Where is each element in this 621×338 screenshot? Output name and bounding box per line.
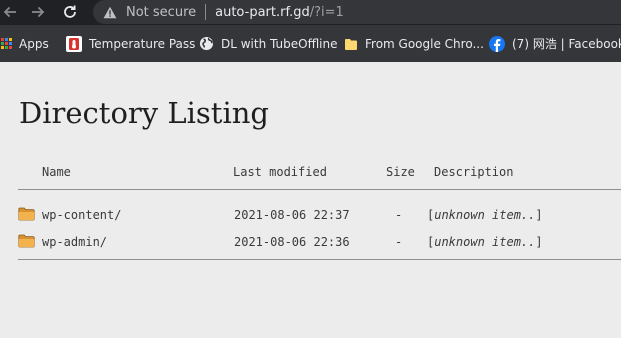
folder-icon bbox=[18, 207, 35, 225]
table-row: wp-content/ 2021-08-06 22:37 - [unknown … bbox=[0, 206, 621, 224]
entry-size: - bbox=[395, 208, 403, 222]
back-button[interactable] bbox=[0, 0, 22, 24]
bookmark-label: Apps bbox=[19, 36, 49, 51]
folder-icon bbox=[344, 37, 358, 51]
bookmark-tubeoffline[interactable]: DL with TubeOffline bbox=[199, 25, 338, 62]
reload-button[interactable] bbox=[58, 0, 82, 24]
bookmark-label: From Google Chro... bbox=[365, 36, 484, 51]
entry-size: - bbox=[395, 235, 403, 249]
bookmark-label: DL with TubeOffline bbox=[221, 36, 338, 51]
column-header-name[interactable]: Name bbox=[42, 165, 71, 179]
entry-description: [unknown item..] bbox=[427, 235, 543, 249]
folder-icon bbox=[18, 234, 35, 252]
temperature-pass-favicon bbox=[66, 35, 82, 52]
facebook-icon bbox=[489, 35, 505, 52]
bookmark-temperature-pass[interactable]: Temperature Pass bbox=[66, 25, 195, 62]
entry-last-modified: 2021-08-06 22:37 bbox=[234, 208, 350, 222]
back-arrow-icon bbox=[3, 6, 16, 18]
listing-bottom-divider bbox=[18, 259, 621, 260]
directory-listing-page: Directory Listing Name Last modified Siz… bbox=[0, 62, 621, 338]
globe-icon bbox=[199, 36, 214, 51]
bookmark-label: (7) 网浩 | Facebook bbox=[512, 37, 621, 51]
url-host[interactable]: auto-part.rf.gd bbox=[215, 5, 310, 20]
security-status-text[interactable]: Not secure bbox=[126, 5, 196, 20]
entry-name-link[interactable]: wp-content/ bbox=[42, 206, 121, 224]
omnibox-divider bbox=[205, 4, 207, 20]
entry-last-modified: 2021-08-06 22:36 bbox=[234, 235, 350, 249]
warning-icon[interactable] bbox=[103, 6, 117, 19]
apps-grid-icon bbox=[1, 38, 12, 49]
page-title: Directory Listing bbox=[19, 96, 269, 130]
entry-description: [unknown item..] bbox=[427, 208, 543, 222]
listing-top-divider bbox=[18, 189, 621, 190]
address-bar[interactable]: Not secure auto-part.rf.gd/?i=1 bbox=[93, 0, 621, 24]
column-header-size[interactable]: Size bbox=[386, 165, 415, 179]
url-path[interactable]: /?i=1 bbox=[310, 5, 344, 20]
browser-toolbar: Not secure auto-part.rf.gd/?i=1 bbox=[0, 0, 621, 25]
bookmark-label: Temperature Pass bbox=[89, 36, 196, 51]
forward-button[interactable] bbox=[26, 0, 50, 24]
entry-description-text: unknown item.. bbox=[434, 235, 536, 249]
bookmark-apps[interactable]: Apps bbox=[1, 25, 49, 62]
reload-icon bbox=[64, 5, 76, 18]
forward-arrow-icon bbox=[32, 6, 45, 18]
bookmark-facebook[interactable]: (7) 网浩 | Facebook bbox=[489, 25, 621, 62]
column-header-description[interactable]: Description bbox=[434, 165, 513, 179]
column-header-last-modified[interactable]: Last modified bbox=[233, 165, 327, 179]
table-row: wp-admin/ 2021-08-06 22:36 - [unknown it… bbox=[0, 233, 621, 251]
entry-description-text: unknown item.. bbox=[434, 208, 536, 222]
bookmark-from-google-chrome[interactable]: From Google Chro... bbox=[344, 25, 484, 62]
bookmarks-bar: Apps Temperature Pass DL with TubeOfflin… bbox=[0, 25, 621, 62]
entry-name-link[interactable]: wp-admin/ bbox=[42, 233, 107, 251]
